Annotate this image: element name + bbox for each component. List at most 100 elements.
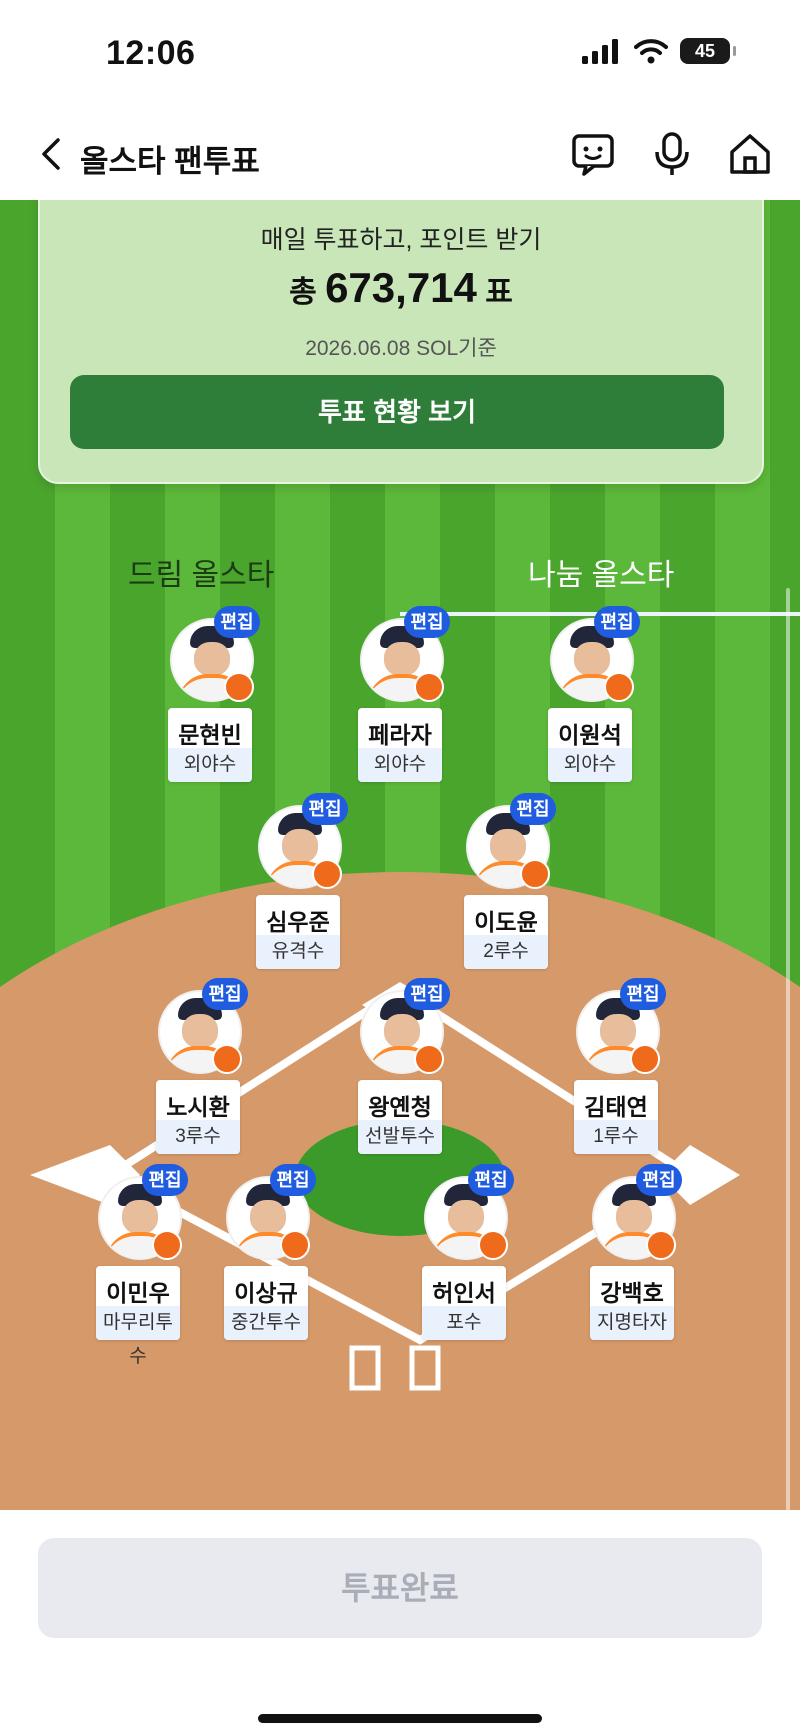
player-label: 심우준 유격수: [256, 895, 340, 969]
edit-button[interactable]: 편집: [302, 793, 348, 825]
team-logo-icon: [212, 1044, 242, 1074]
player-name: 노시환: [166, 1094, 230, 1120]
baseball-field: 매일 투표하고, 포인트 받기 총 673,714 표 2026.06.08 S…: [0, 200, 800, 1510]
face-shape: [616, 1200, 652, 1234]
face-shape: [194, 642, 230, 676]
team-logo-icon: [604, 672, 634, 702]
home-indicator: [258, 1714, 542, 1723]
page-title: 올스타 팬투표: [80, 144, 260, 179]
edit-button[interactable]: 편집: [468, 1164, 514, 1196]
player-label: 문현빈 외야수: [168, 708, 252, 782]
player-label: 왕옌청 선발투수: [358, 1080, 442, 1154]
edit-button[interactable]: 편집: [636, 1164, 682, 1196]
player-position: 외야수: [358, 748, 442, 782]
face-shape: [182, 1014, 218, 1048]
player-position: 포수: [422, 1306, 506, 1340]
player-position: 선발투수: [358, 1120, 442, 1154]
scrollbar[interactable]: [786, 588, 790, 1510]
team-logo-icon: [646, 1230, 676, 1260]
player-name: 이상규: [234, 1280, 298, 1306]
player-label: 이민우 마무리투수: [96, 1266, 180, 1367]
player-name: 허인서: [432, 1280, 496, 1306]
player-position: 외야수: [548, 748, 632, 782]
team-logo-icon: [312, 859, 342, 889]
team-logo-icon: [152, 1230, 182, 1260]
edit-button[interactable]: 편집: [404, 606, 450, 638]
nav-bar: 올스타 팬투표: [0, 110, 800, 201]
tab-nanum-allstar[interactable]: 나눔 올스타: [528, 550, 674, 594]
face-shape: [448, 1200, 484, 1234]
player-position: 3루수: [156, 1120, 240, 1154]
player-label: 허인서 포수: [422, 1266, 506, 1340]
vote-total-number: 673,714: [325, 264, 477, 311]
team-logo-icon: [280, 1230, 310, 1260]
player-position: 2루수: [464, 935, 548, 969]
face-shape: [250, 1200, 286, 1234]
player-label: 이상규 중간투수: [224, 1266, 308, 1340]
home-icon[interactable]: [726, 130, 774, 178]
face-shape: [384, 1014, 420, 1048]
vote-card-subtitle: 매일 투표하고, 포인트 받기: [260, 226, 542, 254]
face-shape: [282, 829, 318, 863]
player-label: 페라자 외야수: [358, 708, 442, 782]
face-shape: [490, 829, 526, 863]
team-logo-icon: [414, 1044, 444, 1074]
player-position: 마무리투수: [96, 1306, 180, 1367]
chatbot-icon[interactable]: [570, 130, 618, 178]
player-label: 김태연 1루수: [574, 1080, 658, 1154]
vote-total-suffix: 표: [485, 276, 513, 309]
vote-complete-button[interactable]: 투표완료: [38, 1538, 762, 1638]
player-label: 이도윤 2루수: [464, 895, 548, 969]
vote-total-prefix: 총: [289, 276, 317, 309]
status-icons: 45: [582, 38, 736, 64]
edit-button[interactable]: 편집: [270, 1164, 316, 1196]
edit-button[interactable]: 편집: [594, 606, 640, 638]
face-shape: [122, 1200, 158, 1234]
team-logo-icon: [414, 672, 444, 702]
nav-actions: [570, 130, 774, 178]
bottom-bar: 투표완료: [0, 1510, 800, 1734]
team-logo-icon: [630, 1044, 660, 1074]
team-logo-icon: [520, 859, 550, 889]
player-position: 외야수: [168, 748, 252, 782]
player-label: 노시환 3루수: [156, 1080, 240, 1154]
vote-date-note: 2026.06.08 SOL기준: [305, 337, 497, 360]
face-shape: [600, 1014, 636, 1048]
tab-dream-allstar[interactable]: 드림 올스타: [128, 550, 274, 594]
player-name: 심우준: [266, 909, 330, 935]
signal-icon: [582, 39, 618, 64]
player-label: 이원석 외야수: [548, 708, 632, 782]
edit-button[interactable]: 편집: [202, 978, 248, 1010]
team-logo-icon: [224, 672, 254, 702]
vote-status-button[interactable]: 투표 현황 보기: [70, 375, 724, 449]
player-name: 페라자: [368, 722, 432, 748]
edit-button[interactable]: 편집: [142, 1164, 188, 1196]
edit-button[interactable]: 편집: [620, 978, 666, 1010]
player-name: 이민우: [106, 1280, 170, 1306]
player-label: 강백호 지명타자: [590, 1266, 674, 1340]
status-bar: 12:06 45: [0, 0, 800, 110]
player-name: 김태연: [584, 1094, 648, 1120]
player-name: 왕옌청: [368, 1094, 432, 1120]
chevron-left-icon[interactable]: [30, 132, 74, 176]
battery-icon: 45: [680, 38, 736, 64]
vote-total: 총 673,714 표: [40, 264, 762, 312]
player-position: 지명타자: [590, 1306, 674, 1340]
player-position: 유격수: [256, 935, 340, 969]
microphone-icon[interactable]: [648, 130, 696, 178]
player-position: 1루수: [574, 1120, 658, 1154]
player-position: 중간투수: [224, 1306, 308, 1340]
player-name: 이원석: [558, 722, 622, 748]
player-name: 이도윤: [474, 909, 538, 935]
face-shape: [384, 642, 420, 676]
edit-button[interactable]: 편집: [214, 606, 260, 638]
wifi-icon: [634, 39, 668, 64]
edit-button[interactable]: 편집: [510, 793, 556, 825]
edit-button[interactable]: 편집: [404, 978, 450, 1010]
player-name: 문현빈: [178, 722, 242, 748]
player-name: 강백호: [600, 1280, 664, 1306]
status-time: 12:06: [106, 34, 196, 72]
vote-summary-card: 매일 투표하고, 포인트 받기 총 673,714 표 2026.06.08 S…: [38, 200, 764, 484]
face-shape: [574, 642, 610, 676]
team-logo-icon: [478, 1230, 508, 1260]
